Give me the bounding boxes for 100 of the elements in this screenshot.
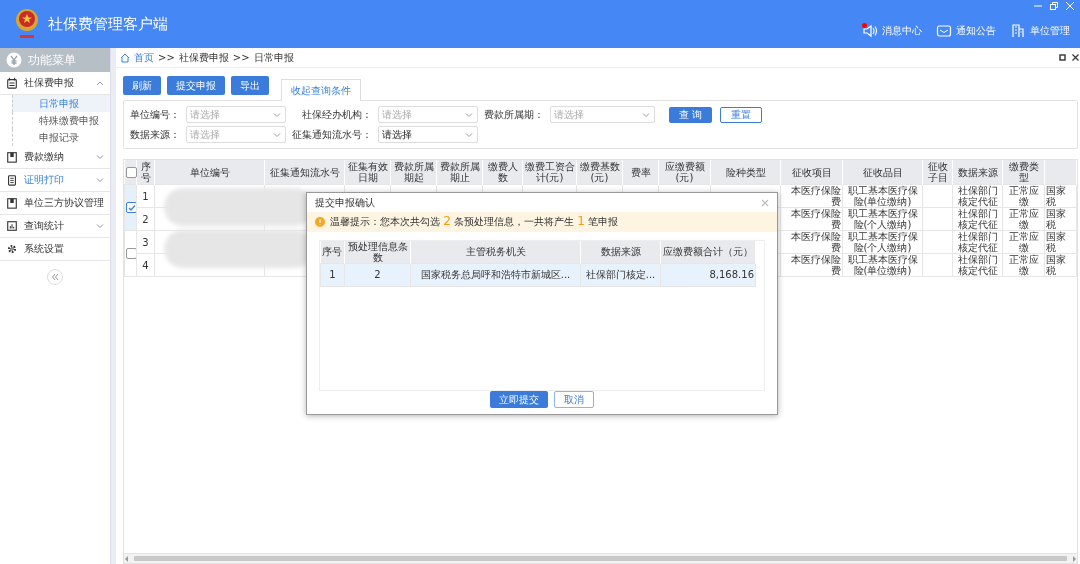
table-cell: 本医疗保险费 [780, 184, 843, 208]
column-header: 征收项目 [780, 160, 843, 185]
header-link[interactable]: 单位管理 [1010, 23, 1070, 39]
chevron-icon [273, 131, 281, 139]
table-cell: 国家税务总局呼和浩特市新城区... [410, 263, 581, 287]
table-cell: 正常应缴 [1002, 230, 1045, 254]
toolbar-button[interactable]: 提交申报 [167, 76, 225, 95]
filter-label: 社保经办机构： [301, 107, 372, 122]
checkbox[interactable] [125, 166, 137, 178]
book-icon [6, 151, 18, 163]
table-cell: 社保部门核定... [580, 263, 661, 287]
checkbox[interactable] [126, 248, 136, 260]
table-cell: 本医疗保险费 [780, 207, 843, 231]
book-icon [6, 197, 18, 209]
home-icon [120, 52, 130, 63]
dialog-title: 提交申报确认 [315, 195, 375, 210]
calendar-icon [6, 77, 18, 89]
table-cell: 本医疗保险费 [780, 253, 843, 277]
speaker-icon [862, 23, 878, 39]
submenu-item[interactable]: 申报记录 [12, 129, 110, 146]
table-cell: 正常应缴 [1002, 207, 1045, 231]
menu-item[interactable]: 费款缴纳 [0, 146, 110, 169]
column-header: 征收品目 [842, 160, 923, 185]
toolbar-button[interactable]: 刷新 [123, 76, 161, 95]
breadcrumb-item: 日常申报 [253, 50, 294, 65]
building-icon [1010, 23, 1026, 39]
filter-label: 单位编号： [130, 107, 180, 122]
checkbox[interactable] [126, 202, 136, 214]
gear-icon [6, 243, 18, 255]
table-cell: 社保部门核定代征 [952, 253, 1003, 277]
cancel-button[interactable]: 取消 [554, 391, 594, 408]
toolbar-button[interactable]: 导出 [231, 76, 269, 95]
scrollbar[interactable] [124, 553, 1077, 563]
chevron-icon [465, 111, 473, 119]
chevron-icon [273, 111, 281, 119]
chevron-icon [96, 176, 104, 184]
filter-label: 征集通知流水号： [292, 127, 372, 142]
scroll-right-icon[interactable] [1071, 555, 1077, 562]
column-header: 缴费类型 [1002, 160, 1045, 185]
table-cell: 本医疗保险费 [780, 230, 843, 254]
select-field[interactable]: 请选择 [550, 106, 655, 123]
select-field[interactable]: 请选择 [186, 126, 286, 143]
table-cell: 国家税 [1044, 207, 1077, 231]
column-header: 序号 [136, 160, 155, 185]
filter-button[interactable]: 查 询 [669, 106, 713, 123]
table-cell: 1 [320, 263, 345, 287]
scroll-left-icon[interactable] [124, 555, 130, 562]
submenu-item[interactable]: 日常申报 [12, 95, 110, 112]
header-link[interactable]: 通知公告 [936, 23, 996, 39]
column-header: 费款所属期起 [390, 160, 437, 185]
breadcrumb-item[interactable]: 首页 [134, 50, 154, 65]
submenu-item[interactable]: 特殊缴费申报 [12, 112, 110, 129]
menu-title: 功能菜单 [28, 51, 76, 69]
filter-label: 数据来源： [130, 127, 180, 142]
menu-item[interactable]: 单位三方协议管理 [0, 192, 110, 215]
chevron-icon [96, 153, 104, 161]
column-header: 主管税务机关 [410, 240, 581, 264]
table-cell: 4 [136, 253, 155, 277]
table-cell: 社保部门核定代征 [952, 230, 1003, 254]
document-icon [6, 174, 18, 186]
table-cell: 职工基本医疗保险(单位缴纳) [842, 253, 923, 277]
chart-icon [6, 220, 18, 232]
column-header: 征收子目 [922, 160, 953, 185]
menu-item[interactable]: 证明打印 [0, 169, 110, 192]
header-link[interactable]: 消息中心 [862, 23, 922, 39]
submit-button[interactable]: 立即提交 [490, 391, 548, 408]
column-header: 险种类型 [710, 160, 781, 185]
collapse-icon[interactable] [47, 269, 63, 285]
chevron-icon [642, 111, 650, 119]
select-field[interactable]: 请选择 [378, 126, 478, 143]
column-header: 应缴费额合计（元） [660, 240, 756, 264]
chevron-icon [96, 222, 104, 230]
chevron-icon [96, 79, 104, 87]
close-icon[interactable] [1072, 54, 1079, 61]
warning-icon [315, 216, 325, 227]
select-field[interactable]: 请选择 [186, 106, 286, 123]
table-cell: 3 [136, 230, 155, 254]
breadcrumb-separator: >> [232, 52, 250, 63]
table-cell: 正常应缴 [1002, 253, 1045, 277]
table-cell: 2 [136, 207, 155, 231]
table-cell: 国家税 [1044, 230, 1077, 254]
table-cell: 国家税 [1044, 253, 1077, 277]
table-cell: 社保部门核定代征 [952, 207, 1003, 231]
table-cell: 8,168.16 [660, 263, 756, 287]
table-cell: 职工基本医疗保险(个人缴纳) [842, 230, 923, 254]
restore-icon[interactable] [1050, 2, 1058, 10]
select-field[interactable]: 请选择 [378, 106, 478, 123]
filter-label: 费款所属期： [484, 107, 544, 122]
minimize-icon[interactable] [1034, 2, 1042, 10]
filter-button[interactable]: 重置 [720, 106, 763, 123]
table-cell: 1 [136, 184, 155, 208]
envelope-icon [936, 23, 952, 39]
app-title: 社保费管理客户端 [48, 14, 168, 34]
menu-item[interactable]: 查询统计 [0, 215, 110, 238]
query-tab[interactable]: 收起查询条件 [281, 79, 361, 101]
column-header: 数据来源 [952, 160, 1003, 185]
maximize-icon[interactable] [1059, 54, 1066, 61]
column-header: 费款所属期止 [436, 160, 483, 185]
breadcrumb-item[interactable]: 社保费申报 [178, 50, 229, 65]
menu-item[interactable]: 系统设置 [0, 238, 110, 261]
